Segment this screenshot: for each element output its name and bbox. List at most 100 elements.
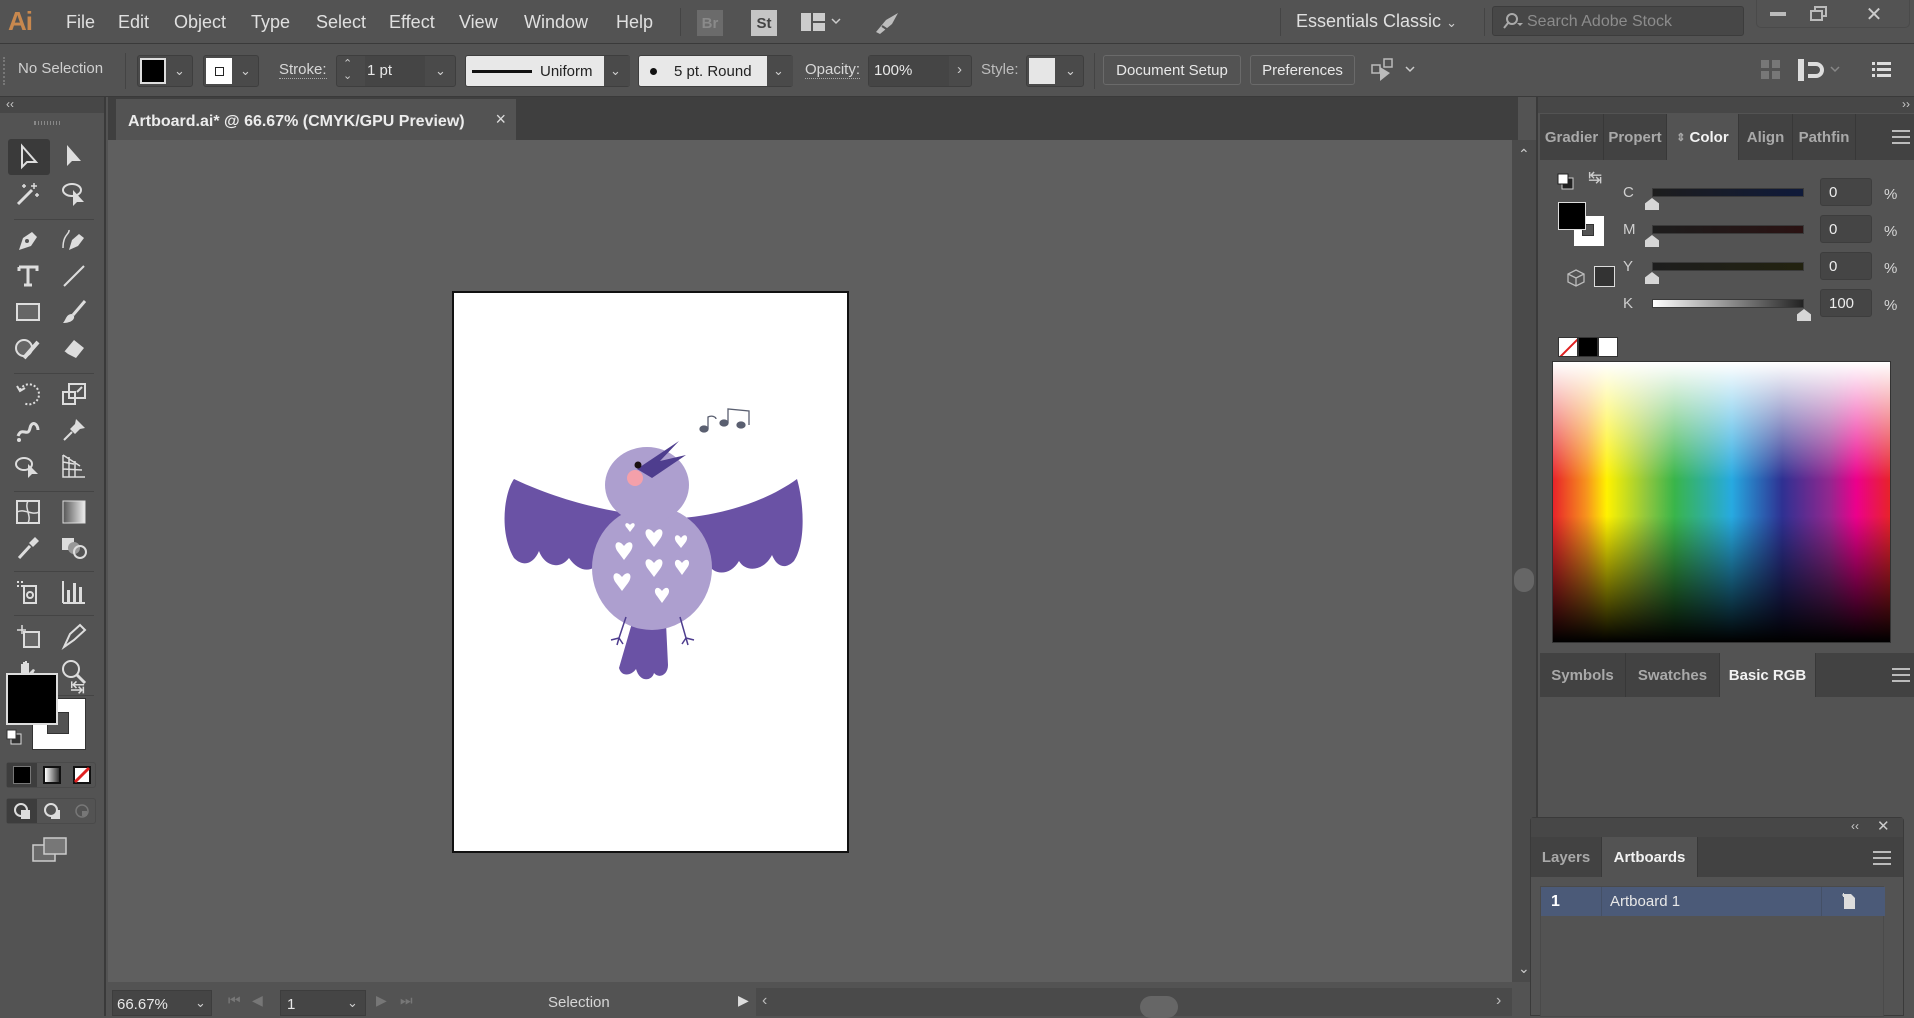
selection-tool[interactable] bbox=[8, 139, 50, 175]
magenta-slider[interactable] bbox=[1652, 225, 1804, 234]
symbol-sprayer-tool[interactable] bbox=[8, 575, 48, 609]
grip-handle[interactable] bbox=[3, 57, 5, 85]
artboard-row[interactable]: 1 Artboard 1 bbox=[1541, 887, 1885, 916]
color-spectrum[interactable] bbox=[1552, 361, 1891, 643]
magenta-slider-thumb[interactable] bbox=[1645, 235, 1659, 247]
stroke-weight-field[interactable]: ⌃ ⌄ 1 pt ⌄ bbox=[336, 55, 456, 87]
select-similar-button[interactable] bbox=[1370, 57, 1420, 88]
menu-help[interactable]: Help bbox=[616, 12, 653, 33]
paintbrush-tool[interactable] bbox=[54, 295, 94, 329]
canvas[interactable] bbox=[108, 140, 1512, 982]
warp-tool[interactable] bbox=[8, 413, 48, 447]
swap-colors-icon[interactable]: ↹ bbox=[1588, 168, 1602, 188]
menu-view[interactable]: View bbox=[459, 12, 498, 33]
yellow-slider-thumb[interactable] bbox=[1645, 272, 1659, 284]
brush-definition[interactable]: 5 pt. Round ⌄ bbox=[638, 55, 793, 87]
scroll-left-icon[interactable]: ‹ bbox=[762, 992, 767, 1010]
last-artboard-icon[interactable]: ⏭ bbox=[400, 992, 413, 1009]
artboards-panel-menu-icon[interactable] bbox=[1873, 851, 1891, 865]
color-panel-menu-icon[interactable] bbox=[1892, 130, 1910, 144]
close-panel-icon[interactable]: ✕ bbox=[1877, 817, 1890, 835]
slice-tool[interactable] bbox=[54, 619, 94, 653]
close-tab-icon[interactable]: × bbox=[495, 109, 506, 130]
collapse-panel-icon[interactable]: ‹‹ bbox=[1851, 819, 1859, 833]
scale-tool[interactable] bbox=[54, 377, 94, 411]
panel-menu-icon[interactable] bbox=[1872, 62, 1892, 83]
vertical-scroll-thumb[interactable] bbox=[1514, 568, 1534, 592]
horizontal-scroll-thumb[interactable] bbox=[1140, 996, 1178, 1018]
artboard-tool[interactable] bbox=[8, 619, 48, 653]
draw-behind-button[interactable] bbox=[37, 799, 67, 823]
white-swatch[interactable] bbox=[1598, 337, 1618, 357]
default-colors-icon[interactable] bbox=[1556, 172, 1576, 192]
artboard-navigation-field[interactable]: 1 ⌄ bbox=[280, 990, 366, 1016]
puppet-warp-tool[interactable] bbox=[54, 413, 94, 447]
tab-basic-rgb[interactable]: Basic RGB bbox=[1720, 653, 1816, 697]
artboard-options-icon[interactable] bbox=[1841, 892, 1857, 915]
cyan-slider[interactable] bbox=[1652, 188, 1804, 197]
out-of-gamut-cube-icon[interactable] bbox=[1566, 268, 1586, 293]
close-window-button[interactable]: ✕ bbox=[1839, 0, 1909, 28]
expand-panels-icon[interactable]: ›› bbox=[1902, 97, 1910, 111]
tab-pathfinder[interactable]: Pathfin bbox=[1793, 114, 1856, 160]
cyan-slider-thumb[interactable] bbox=[1645, 198, 1659, 210]
tab-align[interactable]: Align bbox=[1739, 114, 1793, 160]
menu-type[interactable]: Type bbox=[251, 12, 290, 33]
black-slider[interactable] bbox=[1652, 299, 1804, 308]
restore-button[interactable] bbox=[1799, 0, 1839, 28]
none-mode-button[interactable] bbox=[67, 763, 97, 787]
curvature-tool[interactable] bbox=[54, 223, 94, 257]
black-slider-thumb[interactable] bbox=[1797, 309, 1811, 321]
stroke-down-icon[interactable]: ⌄ bbox=[343, 69, 352, 82]
draw-inside-button[interactable] bbox=[67, 799, 97, 823]
next-artboard-icon[interactable]: ▶ bbox=[376, 992, 387, 1009]
scroll-down-icon[interactable]: ⌄ bbox=[1518, 960, 1530, 977]
blend-tool[interactable] bbox=[54, 531, 94, 565]
menu-effect[interactable]: Effect bbox=[389, 12, 435, 33]
stock-icon[interactable]: St bbox=[751, 10, 777, 36]
perspective-grid-tool[interactable] bbox=[54, 449, 94, 483]
scroll-up-icon[interactable]: ⌃ bbox=[1518, 146, 1530, 163]
opacity-label[interactable]: Opacity: bbox=[805, 61, 861, 79]
fill-color-picker[interactable]: ⌄ bbox=[137, 55, 193, 87]
type-tool[interactable] bbox=[8, 259, 48, 293]
black-input[interactable]: 100 bbox=[1820, 289, 1872, 317]
shaper-tool[interactable] bbox=[8, 331, 48, 365]
search-stock-input[interactable]: Search Adobe Stock bbox=[1492, 6, 1744, 36]
tab-swatches[interactable]: Swatches bbox=[1626, 653, 1720, 697]
preferences-button[interactable]: Preferences bbox=[1250, 55, 1355, 85]
workspace-switcher[interactable]: Essentials Classic ⌄ bbox=[1296, 11, 1457, 32]
fill-color-swatch[interactable] bbox=[6, 673, 58, 725]
arrange-documents-icon[interactable] bbox=[801, 13, 841, 38]
default-fill-stroke-icon[interactable] bbox=[6, 729, 22, 745]
graphic-style-picker[interactable]: ⌄ bbox=[1026, 55, 1084, 87]
floating-panel-header[interactable]: ‹‹ ✕ bbox=[1531, 818, 1903, 837]
tab-artboards[interactable]: Artboards bbox=[1602, 837, 1698, 877]
bridge-icon[interactable]: Br bbox=[697, 10, 723, 36]
shape-builder-tool[interactable] bbox=[8, 449, 48, 483]
tab-properties[interactable]: Propert bbox=[1604, 114, 1667, 160]
black-swatch[interactable] bbox=[1578, 337, 1598, 357]
magenta-input[interactable]: 0 bbox=[1820, 215, 1872, 243]
tab-gradient[interactable]: Gradier bbox=[1540, 114, 1604, 160]
menu-select[interactable]: Select bbox=[316, 12, 366, 33]
pen-tool[interactable] bbox=[8, 223, 48, 257]
yellow-slider[interactable] bbox=[1652, 262, 1804, 271]
line-segment-tool[interactable] bbox=[54, 259, 94, 293]
toolbar-grip[interactable] bbox=[34, 121, 62, 125]
opacity-field[interactable]: 100% › bbox=[868, 55, 972, 87]
artboard[interactable] bbox=[452, 291, 849, 853]
column-graph-tool[interactable] bbox=[54, 575, 94, 609]
chevron-right-icon[interactable]: › bbox=[957, 61, 962, 78]
swatch-panel-menu-icon[interactable] bbox=[1892, 668, 1910, 682]
document-tab[interactable]: Artboard.ai* @ 66.67% (CMYK/GPU Preview)… bbox=[116, 99, 516, 140]
mesh-tool[interactable] bbox=[8, 495, 48, 529]
artboard-row-name[interactable]: Artboard 1 bbox=[1610, 893, 1680, 910]
eraser-tool[interactable] bbox=[54, 331, 94, 365]
screen-mode-button[interactable] bbox=[32, 837, 68, 868]
stroke-label[interactable]: Stroke: bbox=[279, 61, 327, 79]
document-setup-button[interactable]: Document Setup bbox=[1103, 55, 1241, 85]
collapse-toolbar-button[interactable]: ‹‹ bbox=[0, 97, 104, 113]
menu-object[interactable]: Object bbox=[174, 12, 226, 33]
gradient-tool[interactable] bbox=[54, 495, 94, 529]
